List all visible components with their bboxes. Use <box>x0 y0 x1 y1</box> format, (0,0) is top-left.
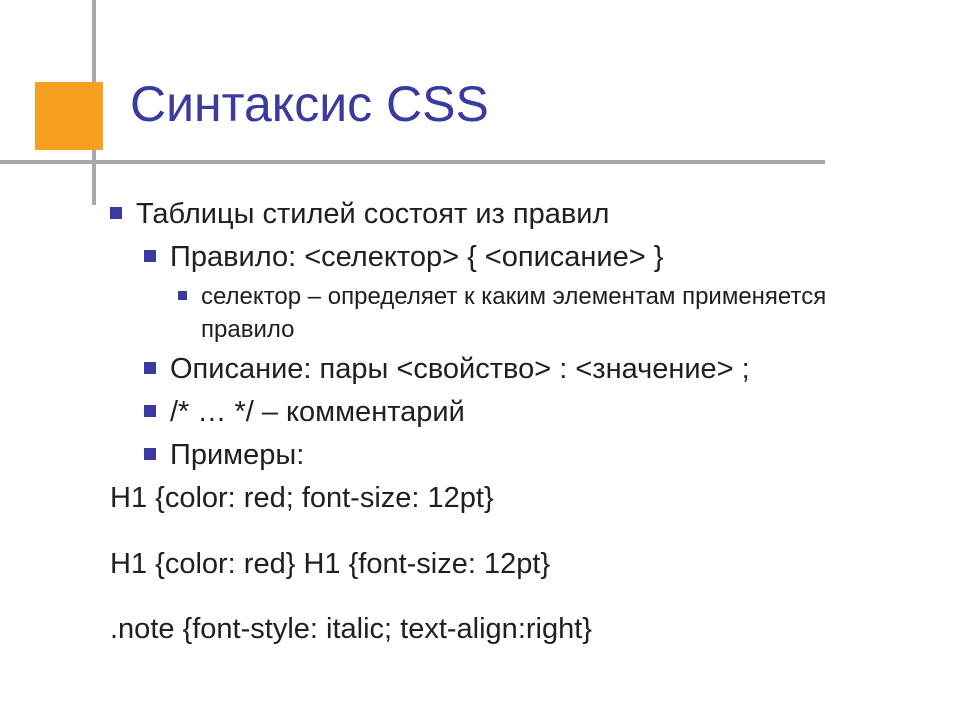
slide-title: Синтаксис CSS <box>130 75 489 133</box>
body-line-description: Описание: пары <свойство> : <значение> ; <box>144 350 920 389</box>
slide: Синтаксис CSS Таблицы стилей состоят из … <box>0 0 960 720</box>
body-line-selector: селектор – определяет к каким элементам … <box>178 281 920 346</box>
comment-text: /* … */ – комментарий <box>170 393 465 432</box>
example-2: H1 {color: red} H1 {font-size: 12pt} <box>110 545 920 584</box>
bullet-icon <box>144 362 156 374</box>
slide-body: Таблицы стилей состоят из правил Правило… <box>110 195 920 649</box>
description-text: Описание: пары <свойство> : <значение> ; <box>170 350 750 389</box>
example-1: H1 {color: red; font-size: 12pt} <box>110 479 920 518</box>
rule-text: Правило: <селектор> { <описание> } <box>170 238 663 277</box>
bullet-icon <box>178 291 187 300</box>
body-line-intro: Таблицы стилей состоят из правил <box>110 195 920 234</box>
body-line-examples-label: Примеры: <box>144 436 920 475</box>
selector-text: селектор – определяет к каким элементам … <box>201 281 920 346</box>
deco-line-horizontal <box>0 160 825 164</box>
body-line-comment: /* … */ – комментарий <box>144 393 920 432</box>
bullet-icon <box>144 250 156 262</box>
intro-text: Таблицы стилей состоят из правил <box>136 195 609 234</box>
bullet-icon <box>144 405 156 417</box>
bullet-icon <box>144 448 156 460</box>
examples-label-text: Примеры: <box>170 436 304 475</box>
body-line-rule: Правило: <селектор> { <описание> } <box>144 238 920 277</box>
deco-square <box>35 82 103 150</box>
example-3: .note {font-style: italic; text-align:ri… <box>110 610 920 649</box>
bullet-icon <box>110 207 122 219</box>
